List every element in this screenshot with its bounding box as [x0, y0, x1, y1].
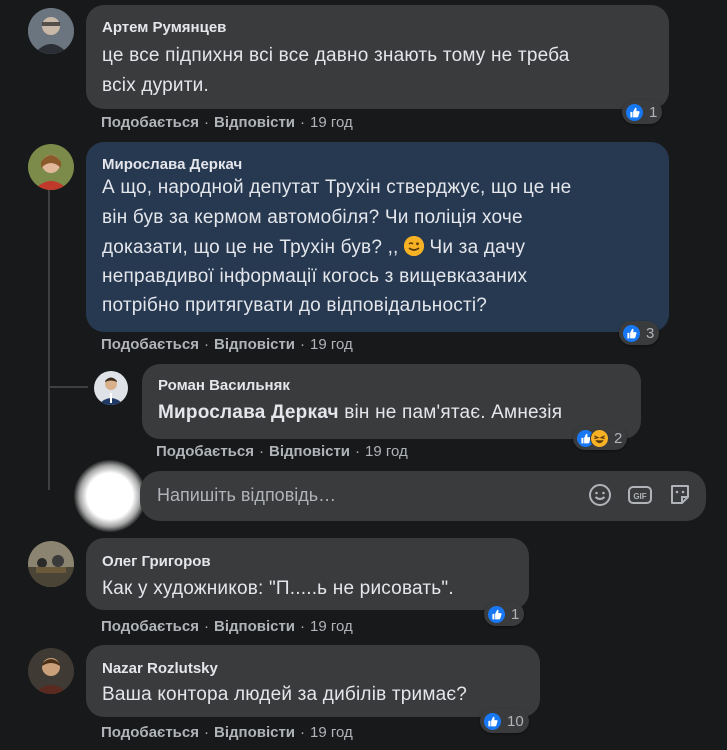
thread-line-branch: [48, 386, 88, 388]
comment-author[interactable]: Олег Григоров: [102, 553, 211, 570]
comment-actions: Подобається · Відповісти · 19 год: [101, 724, 353, 741]
reaction-count: 10: [507, 712, 524, 730]
avatar[interactable]: [28, 648, 74, 694]
gif-icon[interactable]: GIF: [627, 482, 653, 508]
like-link[interactable]: Подобається: [101, 618, 199, 635]
reply-link[interactable]: Відповісти: [214, 336, 295, 353]
like-link[interactable]: Подобається: [101, 336, 199, 353]
separator: ·: [203, 114, 209, 131]
avatar[interactable]: [28, 541, 74, 587]
reply-text: Мирослава Деркач він не пам'ятає. Амнезі…: [158, 398, 562, 428]
comment-actions: Подобається · Відповісти · 19 год: [101, 336, 353, 353]
avatar[interactable]: [28, 144, 74, 190]
comment-text: Ваша контора людей за дибілів тримає?: [102, 684, 468, 705]
thread-line-vertical: [48, 190, 50, 490]
like-link[interactable]: Подобається: [156, 443, 254, 460]
reply-link[interactable]: Відповісти: [269, 443, 350, 460]
comment-text-line: потрібно притягувати до відповідальності…: [102, 295, 488, 316]
separator: ·: [258, 443, 264, 460]
comment-actions: Подобається · Відповісти · 19 год: [101, 618, 353, 635]
reaction-count: 1: [511, 605, 520, 623]
like-icon: [625, 102, 644, 122]
comment-text-line: він був за кермом автомобіля? Чи поліція…: [102, 207, 523, 228]
haha-icon: [590, 428, 609, 448]
reaction-count: 2: [614, 429, 623, 447]
reaction-summary[interactable]: 2: [573, 426, 628, 450]
separator: ·: [203, 618, 209, 635]
timestamp[interactable]: 19 год: [310, 114, 353, 131]
reply-link[interactable]: Відповісти: [214, 724, 295, 741]
reply-author[interactable]: Роман Васильняк: [158, 377, 290, 394]
like-icon: [622, 323, 641, 343]
reaction-summary[interactable]: 10: [480, 709, 529, 733]
separator: ·: [300, 336, 306, 353]
sticker-icon[interactable]: [667, 482, 693, 508]
avatar[interactable]: [28, 8, 74, 54]
emoji-icon[interactable]: [587, 482, 613, 508]
mention-link[interactable]: Мирослава Деркач: [158, 402, 339, 423]
avatar[interactable]: [94, 371, 128, 405]
reply-link[interactable]: Відповісти: [214, 114, 295, 131]
reply-input-placeholder: Напишіть відповідь…: [157, 485, 337, 505]
comment-text: Как у художников: "П.....ь не рисовать".: [102, 578, 454, 599]
svg-text:GIF: GIF: [633, 492, 646, 501]
winking-face-icon: [404, 236, 425, 256]
like-link[interactable]: Подобається: [101, 114, 199, 131]
separator: ·: [300, 618, 306, 635]
timestamp[interactable]: 19 год: [365, 443, 408, 460]
comment-text-segment: доказати, що це не Трухін був? ,,: [102, 237, 399, 258]
comment-text-line: доказати, що це не Трухін був? ,, Чи за …: [102, 233, 525, 263]
reaction-count: 1: [649, 103, 658, 121]
timestamp[interactable]: 19 год: [310, 724, 353, 741]
comment-author[interactable]: Nazar Rozlutsky: [102, 660, 218, 677]
reaction-summary[interactable]: 3: [619, 321, 660, 345]
separator: ·: [203, 336, 209, 353]
comment-author[interactable]: Артем Румянцев: [102, 19, 226, 36]
like-link[interactable]: Подобається: [101, 724, 199, 741]
reply-link[interactable]: Відповісти: [214, 618, 295, 635]
timestamp[interactable]: 19 год: [310, 336, 353, 353]
like-icon: [483, 711, 502, 731]
comment-author[interactable]: Мирослава Деркач: [102, 156, 242, 173]
reply-actions: Подобається · Відповісти · 19 год: [156, 443, 408, 460]
separator: ·: [300, 724, 306, 741]
comment-text-line: неправдивої інформації когось з вищевказ…: [102, 266, 528, 287]
separator: ·: [300, 114, 306, 131]
timestamp[interactable]: 19 год: [310, 618, 353, 635]
comment-text-line: всіх дурити.: [102, 75, 209, 96]
like-icon: [487, 604, 506, 624]
reaction-summary[interactable]: 1: [622, 100, 663, 124]
separator: ·: [355, 443, 361, 460]
comment-text-segment: Чи за дачу: [424, 237, 526, 258]
comment-actions: Подобається · Відповісти · 19 год: [101, 114, 353, 131]
reaction-summary[interactable]: 1: [484, 602, 525, 626]
comment-text-line: А що, народной депутат Трухін стверджує,…: [102, 177, 572, 198]
reaction-count: 3: [646, 324, 655, 342]
current-user-avatar: [74, 460, 146, 532]
comment-text-line: це все підпихня всі все давно знають том…: [102, 45, 570, 66]
separator: ·: [203, 724, 209, 741]
reply-text-body: він не пам'ятає. Амнезія: [338, 402, 563, 423]
